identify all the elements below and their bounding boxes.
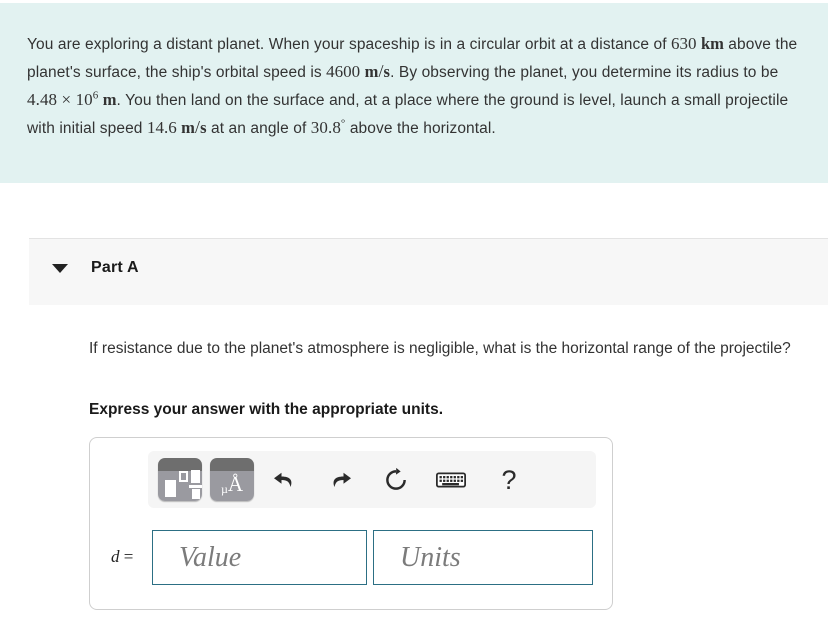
answer-entry-panel: µÅ ? d = Value Units (89, 437, 613, 610)
units-glyph: µÅ (210, 472, 254, 501)
launch-angle-value: 30.8 (310, 118, 341, 137)
launch-speed-value: 14.6 (146, 118, 177, 137)
problem-segment-1: You are exploring a distant planet. When… (27, 36, 672, 53)
problem-segment-5: at an angle of (206, 120, 311, 137)
mu-symbol: µ (220, 482, 228, 496)
answer-instruction: Express your answer with the appropriate… (89, 401, 444, 418)
radius-base: 10 (75, 90, 93, 109)
question-prompt: If resistance due to the planet's atmosp… (89, 340, 791, 357)
planet-radius-unit: m (102, 90, 117, 109)
math-template-palette-button[interactable] (158, 458, 202, 501)
template-glyph-fraction-bar (189, 485, 202, 488)
orbital-speed-value: 4600 (326, 62, 361, 81)
units-palette-button[interactable]: µÅ (210, 458, 254, 501)
reset-icon[interactable] (379, 463, 413, 497)
redo-icon[interactable] (323, 463, 357, 497)
answer-field-row: d = (90, 530, 614, 590)
planet-radius-expression: 4.48 × 106 (27, 90, 98, 109)
help-question-mark: ? (501, 464, 517, 495)
angstrom-symbol: Å (227, 472, 244, 496)
variable-symbol: d (111, 547, 120, 566)
equals-sign: = (123, 547, 134, 566)
speed-unit-numerator: m (364, 62, 379, 81)
keyboard-icon[interactable] (434, 463, 468, 497)
problem-segment-6: above the horizontal. (345, 120, 496, 137)
orbit-distance-value: 630 (671, 34, 697, 53)
template-glyph-box-left (165, 480, 176, 497)
launch-speed-unit: m/s (181, 114, 207, 141)
radius-mantissa: 4.48 (27, 90, 58, 109)
part-a-title: Part A (91, 259, 139, 276)
template-glyph-box-bottom-right (192, 489, 200, 499)
radius-multiplication-sign: × (61, 90, 72, 109)
orbital-speed-unit: m/s (365, 58, 391, 85)
undo-icon[interactable] (268, 463, 302, 497)
orbit-distance-unit: km (700, 34, 724, 53)
help-icon[interactable]: ? (492, 463, 526, 497)
problem-statement-text: You are exploring a distant planet. When… (27, 30, 802, 142)
problem-statement-banner: You are exploring a distant planet. When… (0, 3, 828, 183)
problem-segment-3: . By observing the planet, you determine… (390, 64, 779, 81)
variable-label: d = (111, 547, 133, 567)
value-input[interactable] (152, 530, 367, 585)
launch-unit-numerator: m (181, 118, 195, 137)
units-input[interactable] (373, 530, 593, 585)
answer-toolbar: µÅ ? (148, 451, 596, 508)
template-glyph-outline-square (179, 471, 188, 482)
part-a-header[interactable]: Part A (29, 238, 828, 305)
template-glyph-box-top-right (191, 470, 200, 483)
launch-angle-expression: 30.8° (311, 118, 346, 137)
triangle-down-icon[interactable] (52, 264, 68, 273)
